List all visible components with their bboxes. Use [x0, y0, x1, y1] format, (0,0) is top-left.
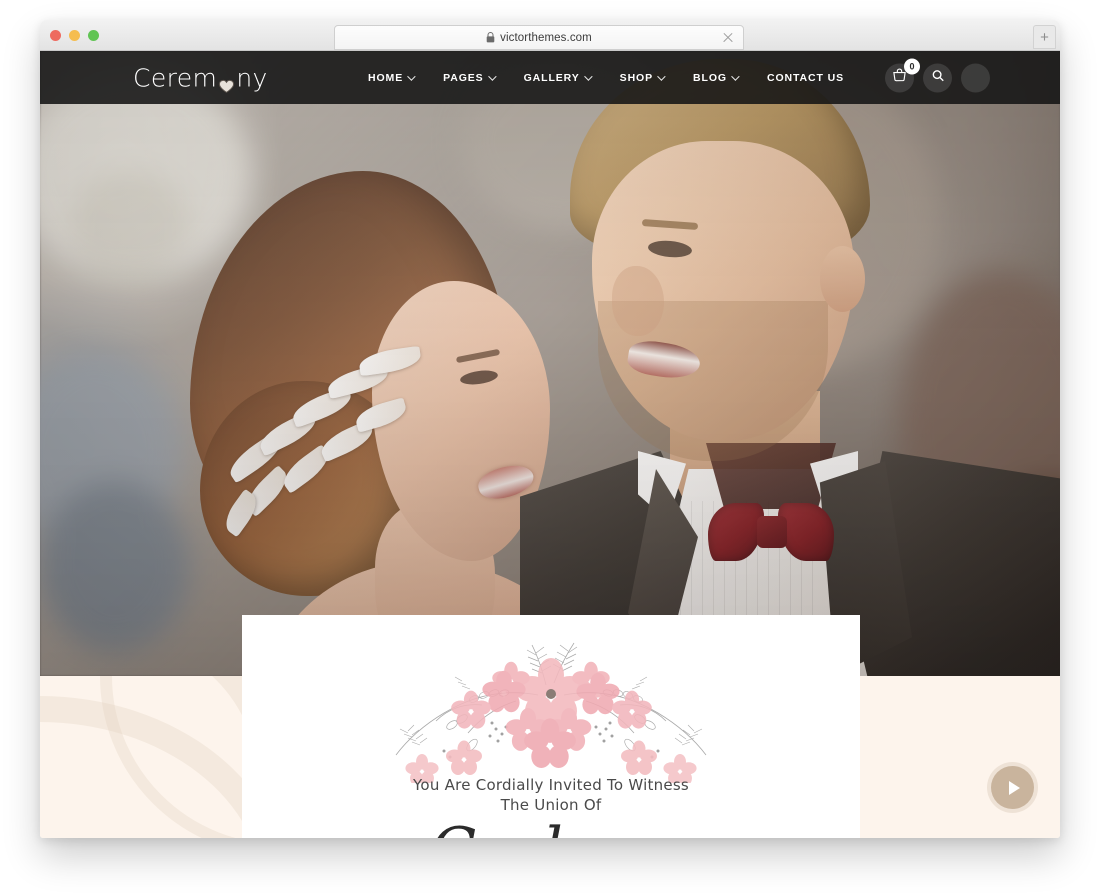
tab-url-text: victorthemes.com [500, 31, 592, 44]
nav-label: CONTACT US [766, 71, 845, 84]
invitation-line-2: The Union Of [500, 796, 602, 814]
hero-photo [40, 51, 1060, 676]
site-header: Cerem ny HOME PAGES GALLERY SHOP BLOG CO… [40, 51, 1060, 104]
invitation-card: You Are Cordially Invited To Witness The… [242, 615, 860, 838]
bride-floral-hairpiece [215, 326, 435, 546]
nav-item-home[interactable]: HOME [368, 71, 416, 84]
nav-item-blog[interactable]: BLOG [693, 71, 740, 84]
new-tab-button[interactable]: + [1033, 25, 1056, 49]
close-icon[interactable] [722, 32, 734, 44]
groom-nose [612, 266, 664, 336]
logo-text-after: ny [236, 63, 268, 92]
chevron-down-icon [407, 71, 416, 81]
video-play-button[interactable] [991, 766, 1034, 809]
lock-icon [486, 32, 495, 43]
browser-window: victorthemes.com + You Are Cordially Inv… [40, 20, 1060, 838]
nav-label: SHOP [619, 71, 654, 84]
groom-figure [520, 51, 1060, 676]
couple-name: Carlsen [242, 815, 860, 838]
bow-tie-knot [757, 516, 787, 548]
menu-toggle-button[interactable] [961, 63, 990, 92]
play-icon [1008, 780, 1020, 795]
chevron-down-icon [583, 71, 593, 81]
search-button[interactable] [923, 63, 952, 92]
groom-ear [820, 246, 865, 312]
window-traffic-lights [50, 30, 99, 41]
tab-title: victorthemes.com [486, 32, 592, 44]
nav-item-shop[interactable]: SHOP [619, 71, 666, 84]
heart-icon [218, 71, 235, 93]
search-icon [931, 68, 945, 87]
invitation-line-1: You Are Cordially Invited To Witness [413, 776, 689, 794]
window-maximize-button[interactable] [88, 30, 99, 41]
window-minimize-button[interactable] [69, 30, 80, 41]
header-actions: 0 [885, 58, 990, 92]
chevron-down-icon [731, 71, 740, 81]
nav-label: HOME [368, 71, 404, 84]
cart-button[interactable]: 0 [885, 58, 920, 92]
browser-titlebar: victorthemes.com + [40, 20, 1060, 51]
window-close-button[interactable] [50, 30, 61, 41]
site-logo[interactable]: Cerem ny [133, 63, 268, 93]
nav-label: GALLERY [523, 71, 580, 84]
nav-item-pages[interactable]: PAGES [443, 71, 497, 84]
main-navigation: HOME PAGES GALLERY SHOP BLOG CONTACT US [368, 72, 844, 84]
plus-icon: + [1040, 28, 1049, 46]
logo-text-before: Cerem [133, 63, 218, 92]
chevron-down-icon [487, 71, 497, 81]
page-viewport: You Are Cordially Invited To Witness The… [40, 51, 1060, 838]
floral-arch-illustration [356, 633, 746, 786]
nav-item-gallery[interactable]: GALLERY [523, 71, 593, 84]
hero-banner [40, 51, 1060, 676]
browser-tab[interactable]: victorthemes.com [334, 25, 744, 50]
chevron-down-icon [657, 71, 666, 81]
groom-bow-tie [708, 503, 834, 561]
cart-count-badge: 0 [904, 58, 920, 74]
nav-label: BLOG [693, 71, 727, 84]
nav-item-contact-us[interactable]: CONTACT US [767, 72, 844, 84]
nav-label: PAGES [443, 71, 484, 84]
bow-tie-left-wing [708, 503, 764, 561]
